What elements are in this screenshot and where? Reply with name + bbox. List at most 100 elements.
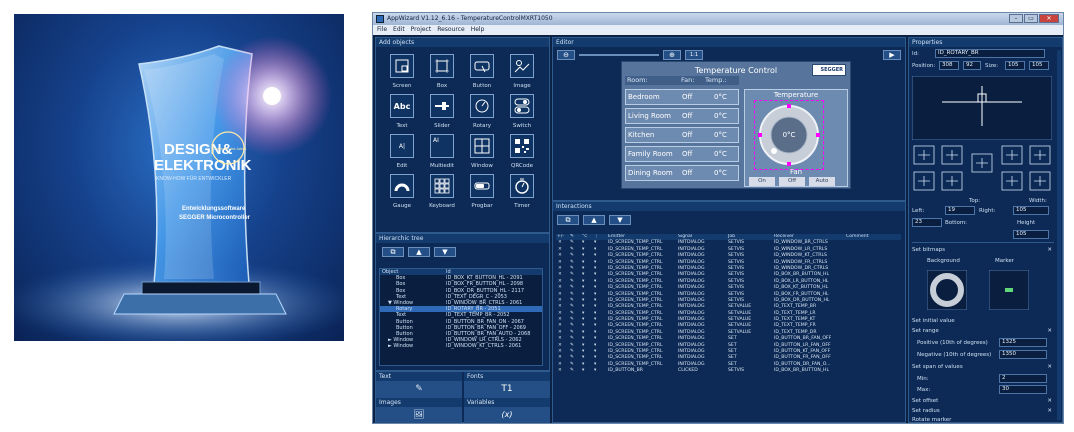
background-bitmap-thumb[interactable]	[927, 270, 967, 310]
interactions-down-button[interactable]: ▼	[609, 215, 631, 225]
fan-off-button[interactable]: Off	[779, 177, 805, 186]
tree-up-button[interactable]: ▲	[408, 247, 430, 257]
maximize-button[interactable]: ▭	[1024, 14, 1038, 23]
add-box-label: Box	[436, 83, 448, 89]
delete-icon[interactable]: ✕	[558, 368, 562, 374]
interactions-copy-button[interactable]: ⧉	[557, 215, 579, 225]
fan-on-button[interactable]: On	[749, 177, 775, 186]
size-w-field[interactable]: 105	[1005, 61, 1025, 70]
fonts-tab[interactable]: Fonts	[464, 372, 550, 381]
min-label: Min:	[917, 376, 929, 382]
interactions-table[interactable]: +/- ✎ ⌥ ⋮ Emitter Signal Job Receiver Co…	[556, 234, 901, 412]
bottom-left-field[interactable]: 23	[912, 218, 942, 227]
position-x-field[interactable]: 308	[939, 61, 959, 70]
add-timer-button[interactable]: Timer	[502, 174, 542, 209]
add-switch-button[interactable]: Switch	[502, 94, 542, 129]
images-tab[interactable]: Images	[376, 398, 462, 407]
add-rotary-button[interactable]: Rotary	[462, 94, 502, 129]
text-tab[interactable]: Text	[376, 372, 462, 381]
room-row[interactable]: Kitchen Off 0°C	[625, 127, 739, 143]
negative-field[interactable]: 1350	[999, 350, 1047, 359]
set-radius-section[interactable]: Set radius ✕	[912, 408, 1054, 414]
set-span-section[interactable]: Set span of values ✕	[912, 364, 1054, 370]
minimize-button[interactable]: –	[1009, 14, 1023, 23]
add-multiedit-button[interactable]: AI Multiedit	[422, 134, 462, 169]
add-text-resource-button[interactable]: ✎	[376, 381, 462, 398]
screen-preview[interactable]: Temperature Control Room: Fan: Temp.: SE…	[621, 61, 851, 189]
interaction-row[interactable]: ✕ ✎ ▾ ▾ ID_BUTTON_BR CLICKED SETVIS ID_BOX_BR_B…	[556, 368, 901, 374]
properties-title: Properties	[909, 38, 1062, 47]
room-row[interactable]: Bedroom Off 0°C	[625, 89, 739, 105]
min-field[interactable]: 2	[999, 374, 1047, 383]
menu-file[interactable]: File	[377, 25, 387, 35]
zoom-in-button[interactable]: ⊕	[663, 50, 681, 60]
add-gauge-button[interactable]: Gauge	[382, 174, 422, 209]
add-edit-button[interactable]: A| Edit	[382, 134, 422, 169]
edit-icon[interactable]: ✎	[570, 368, 574, 374]
add-button-button[interactable]: Button	[462, 54, 502, 89]
anchor-selector[interactable]	[912, 144, 1052, 196]
interactions-up-button[interactable]: ▲	[583, 215, 605, 225]
add-keyboard-button[interactable]: Keyboard	[422, 174, 462, 209]
remove-radius-icon[interactable]: ✕	[1047, 408, 1052, 414]
title-bar[interactable]: AppWizard V1.12_6.16 - TemperatureContro…	[373, 13, 1063, 25]
room-row[interactable]: Family Room Off 0°C	[625, 146, 739, 162]
max-field[interactable]: 30	[999, 385, 1047, 394]
add-box-button[interactable]: Box	[422, 54, 462, 89]
remove-bitmaps-icon[interactable]: ✕	[1047, 247, 1052, 253]
add-image-button[interactable]: Image	[502, 54, 542, 89]
positive-field[interactable]: 1325	[999, 338, 1047, 347]
tree-copy-button[interactable]: ⧉	[382, 247, 404, 257]
add-qrcode-button[interactable]: QRCode	[502, 134, 542, 169]
set-offset-section[interactable]: Set offset ✕	[912, 398, 1054, 404]
remove-span-icon[interactable]: ✕	[1047, 364, 1052, 370]
award-badge: Innovation des Jahres	[214, 147, 247, 151]
add-window-button[interactable]: Window	[462, 134, 502, 169]
id-field[interactable]: ID_ROTARY_BR	[935, 49, 1045, 58]
add-image-resource-button[interactable]: 🖼	[376, 407, 462, 423]
zoom-slider[interactable]	[579, 54, 659, 56]
add-progbar-button[interactable]: Progbar	[462, 174, 502, 209]
rotate-marker-section[interactable]: Rotate marker	[912, 417, 1054, 423]
room-row[interactable]: Dining Room Off 0°C	[625, 165, 739, 181]
add-screen-button[interactable]: Screen	[382, 54, 422, 89]
tree-title: Hierarchic tree	[376, 234, 549, 243]
zoom-out-button[interactable]: ⊖	[557, 50, 575, 60]
remove-range-icon[interactable]: ✕	[1047, 328, 1052, 334]
play-button[interactable]: ▶	[883, 50, 901, 60]
marker-bitmap-thumb[interactable]	[989, 270, 1029, 310]
fan-auto-button[interactable]: Auto	[809, 177, 835, 186]
menu-resource[interactable]: Resource	[437, 25, 465, 35]
tree-down-button[interactable]: ▼	[434, 247, 456, 257]
menu-edit[interactable]: Edit	[393, 25, 405, 35]
interactions-panel: Interactions ⧉ ▲ ▼ +/- ✎ ⌥ ⋮ Emitter Sig…	[552, 201, 906, 423]
close-button[interactable]: ✕	[1039, 14, 1059, 23]
menu-help[interactable]: Help	[471, 25, 485, 35]
height-field[interactable]: 105	[1013, 230, 1049, 239]
add-slider-button[interactable]: Slider	[422, 94, 462, 129]
room-row[interactable]: Living Room Off 0°C	[625, 108, 739, 124]
left-field[interactable]: 19	[945, 206, 975, 215]
zoom-reset-button[interactable]: 1:1	[685, 50, 703, 60]
set-range-label: Set range	[912, 328, 939, 334]
set-bitmaps-section[interactable]: Set bitmaps ✕	[912, 247, 1054, 253]
tree-row[interactable]: ► Window ID_WINDOW_KT_CTRLS - 2061	[380, 343, 542, 349]
variables-tab[interactable]: Variables	[464, 398, 550, 407]
left-label: Left:	[912, 208, 925, 214]
add-text-button[interactable]: Abc Text	[382, 94, 422, 129]
dropdown-icon[interactable]: ▾	[594, 368, 596, 374]
menu-project[interactable]: Project	[411, 25, 432, 35]
add-font-button[interactable]: T1	[464, 381, 550, 398]
add-variable-button[interactable]: (x)	[464, 407, 550, 423]
properties-scrollbar[interactable]	[1057, 50, 1061, 420]
right-field[interactable]: 105	[1013, 206, 1049, 215]
top-label: Top:	[969, 198, 981, 204]
set-range-section[interactable]: Set range ✕	[912, 328, 1054, 334]
dropdown-icon[interactable]: ▾	[582, 368, 584, 374]
remove-offset-icon[interactable]: ✕	[1047, 398, 1052, 404]
position-y-field[interactable]: 92	[963, 61, 981, 70]
tree-list[interactable]: Object Id Box ID_BOX_KT_BUTTON_HL - 2091 B…	[379, 268, 543, 366]
set-initial-value-section[interactable]: Set initial value	[912, 318, 1054, 324]
size-h-field[interactable]: 105	[1029, 61, 1049, 70]
resources-panel: Text Fonts ✎ T1 Images Variables 🖼 (x)	[375, 371, 550, 423]
